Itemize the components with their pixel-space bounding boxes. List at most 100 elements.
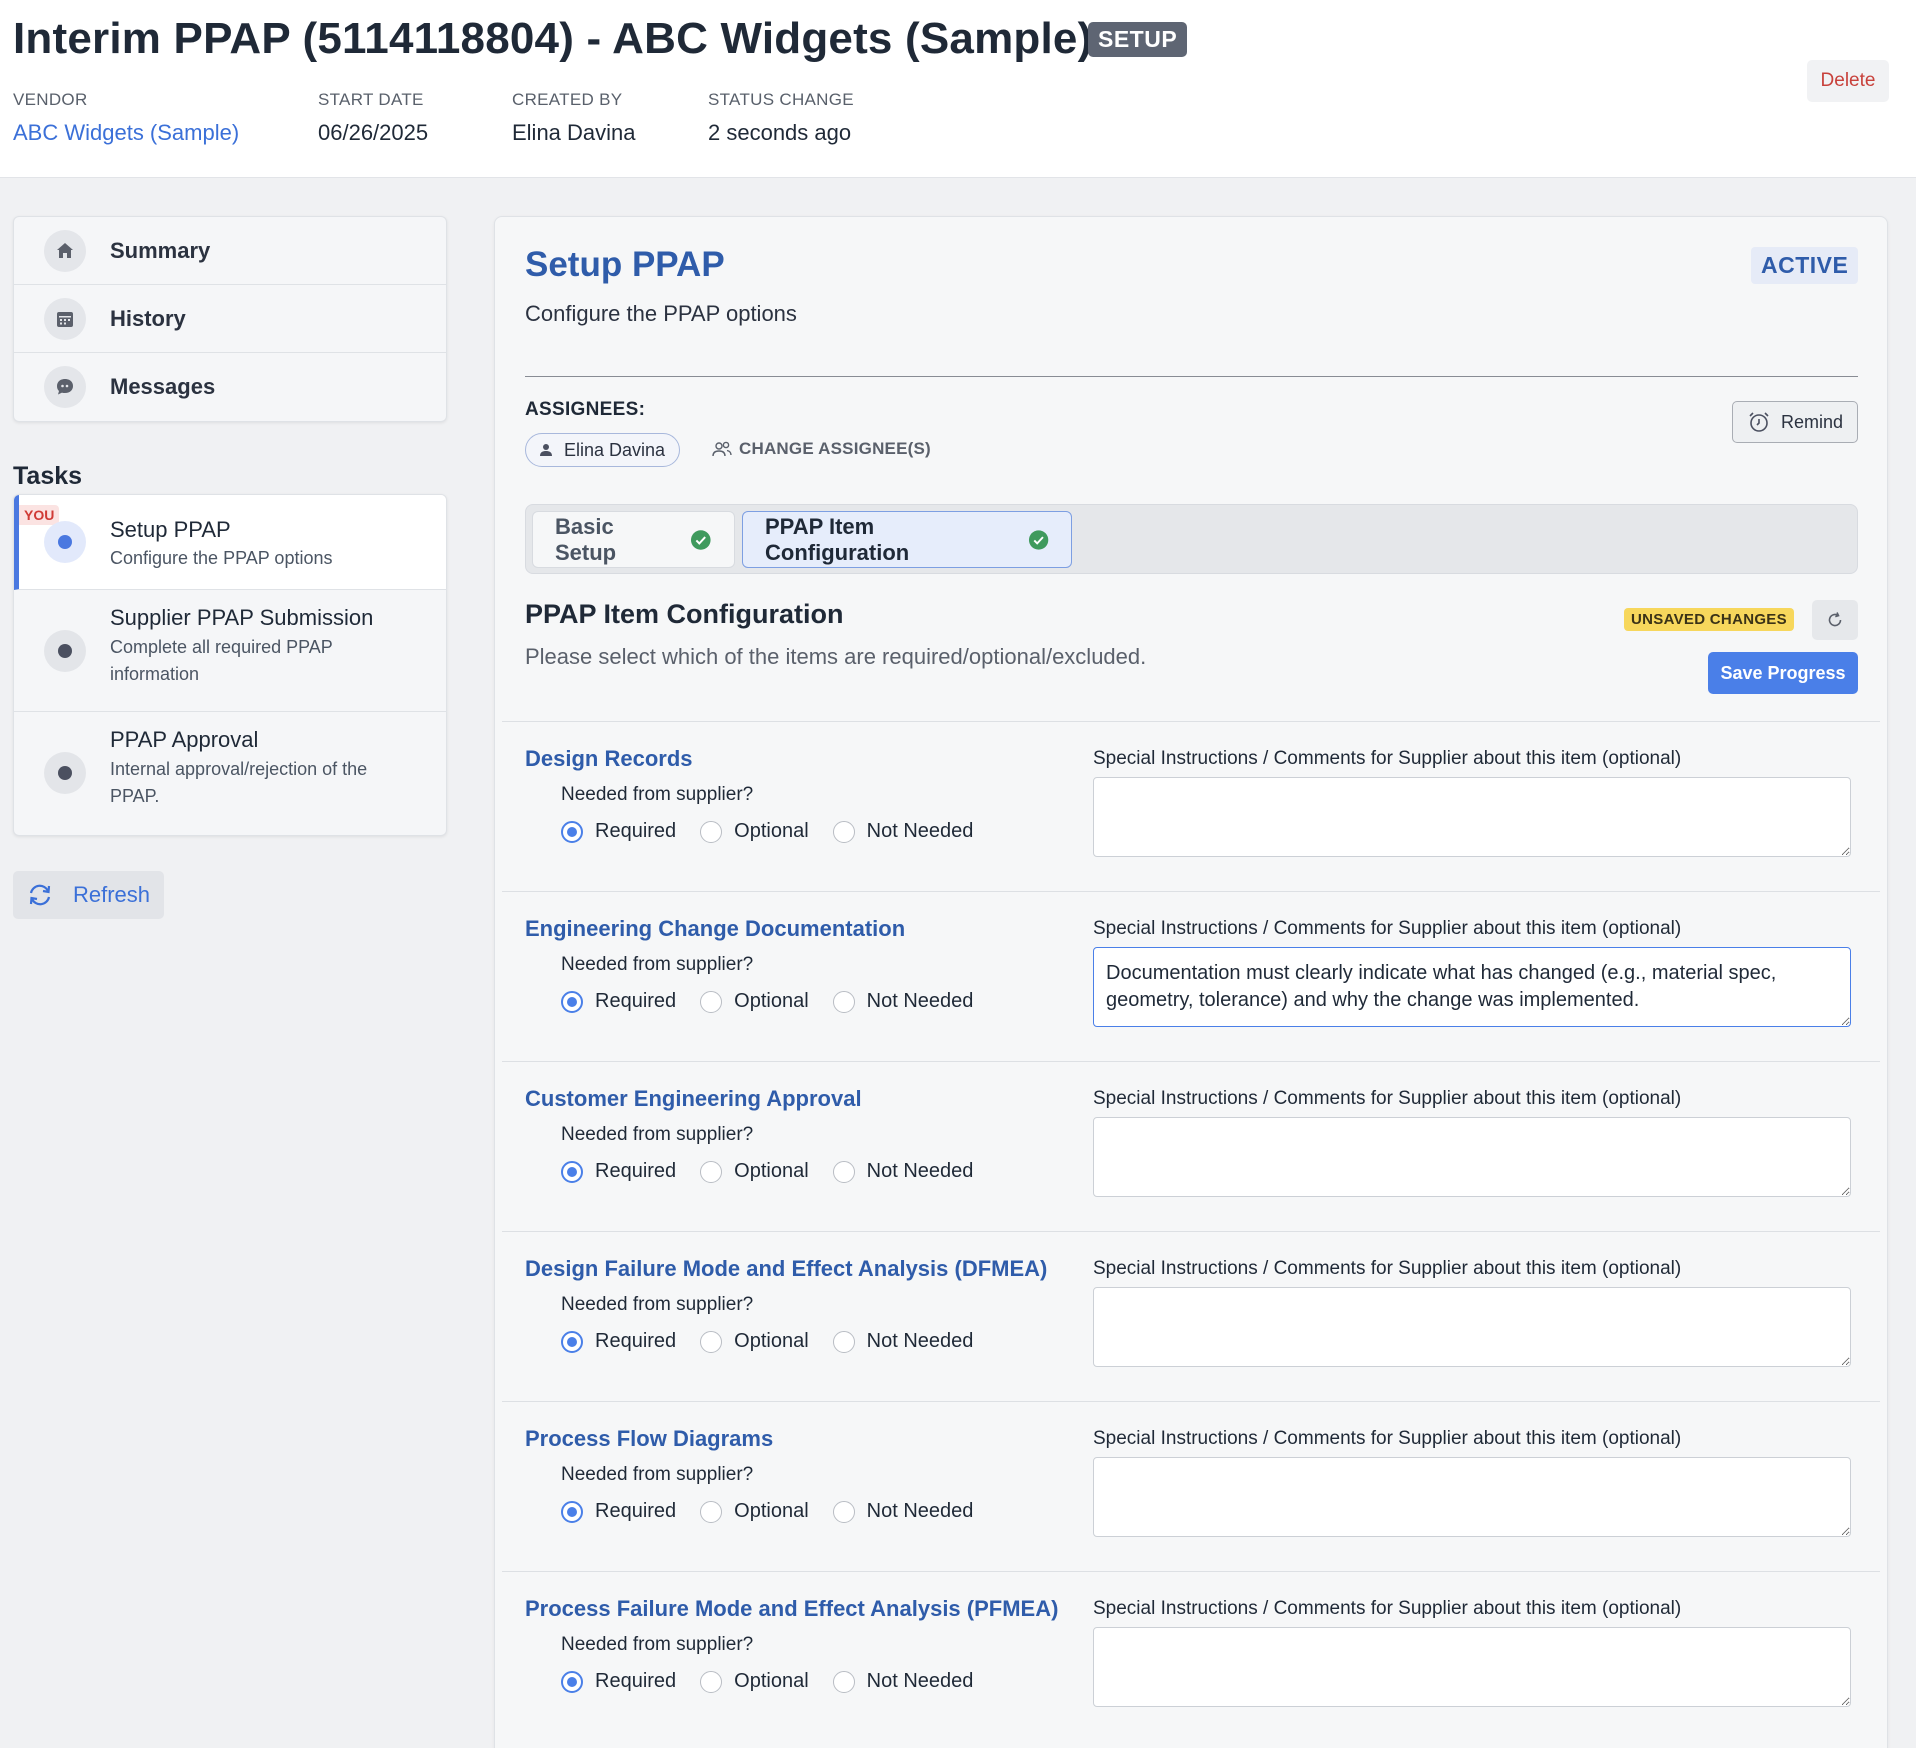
active-status-badge: ACTIVE [1751, 247, 1859, 284]
tasks-list: YOU Setup PPAP Configure the PPAP option… [13, 494, 447, 836]
radio-label: Required [595, 1670, 677, 1692]
radio-option-not-needed[interactable]: Not Needed [832, 1160, 974, 1183]
change-assignee-button[interactable]: CHANGE ASSIGNEE(S) [711, 439, 931, 459]
task-description: Internal approval/rejection of the PPAP. [110, 759, 368, 806]
radio-option-not-needed[interactable]: Not Needed [832, 1500, 974, 1523]
user-icon [540, 444, 552, 456]
radio-option-optional[interactable]: Optional [700, 1500, 809, 1523]
task-status-icon [44, 752, 86, 794]
needed-label: Needed from supplier? [561, 1464, 754, 1485]
radio-option-not-needed[interactable]: Not Needed [832, 820, 974, 843]
radio-button[interactable] [832, 1160, 855, 1183]
radio-option-required[interactable]: Required [561, 820, 676, 843]
radio-button[interactable] [561, 1670, 583, 1693]
radio-button[interactable] [832, 1500, 855, 1523]
radio-button[interactable] [700, 1160, 723, 1183]
needed-label: Needed from supplier? [561, 784, 754, 805]
radio-label: Required [595, 1500, 677, 1522]
radio-option-optional[interactable]: Optional [700, 1670, 809, 1693]
radio-label: Not Needed [866, 1160, 974, 1182]
radio-option-required[interactable]: Required [561, 990, 676, 1013]
radio-option-optional[interactable]: Optional [700, 990, 809, 1013]
created-by-label: CREATED BY [512, 90, 623, 109]
section-title: PPAP Item Configuration [525, 599, 844, 629]
reset-button[interactable] [1812, 600, 1858, 640]
radio-label: Not Needed [866, 1500, 974, 1522]
radio-option-required[interactable]: Required [561, 1670, 676, 1693]
radio-option-not-needed[interactable]: Not Needed [832, 990, 973, 1013]
radio-option-optional[interactable]: Optional [700, 820, 809, 843]
radio-button[interactable] [832, 990, 855, 1013]
reload-icon [1828, 612, 1842, 627]
radio-button[interactable] [832, 1670, 855, 1693]
needed-label: Needed from supplier? [561, 1294, 754, 1315]
comment-textarea[interactable] [1093, 1627, 1851, 1707]
radio-button[interactable] [700, 1330, 723, 1353]
comment-textarea[interactable] [1093, 1117, 1851, 1197]
page-header: Interim PPAP (5114118804) - ABC Widgets … [0, 0, 1916, 178]
radio-label: Optional [734, 820, 809, 842]
vendor-meta: VENDOR ABC Widgets (Sample) [13, 90, 239, 146]
sidebar-item-history[interactable]: History [14, 285, 446, 353]
comment-textarea[interactable] [1093, 1457, 1851, 1537]
delete-button[interactable]: Delete [1807, 60, 1889, 102]
needed-radio-group: Required Optional Not Needed [561, 1160, 997, 1183]
radio-button[interactable] [700, 1670, 723, 1693]
item-title: Process Flow Diagrams [525, 1426, 774, 1451]
comment-label: Special Instructions / Comments for Supp… [1093, 918, 1682, 939]
needed-radio-group: Required Optional Not Needed [561, 990, 997, 1013]
tab-bar: Basic Setup PPAP Item Configuration [525, 504, 1858, 574]
radio-option-optional[interactable]: Optional [700, 1330, 809, 1353]
vendor-link[interactable]: ABC Widgets (Sample) [13, 120, 239, 146]
sidebar-item-messages[interactable]: Messages [14, 353, 446, 421]
task-supplier-submission[interactable]: Supplier PPAP Submission Complete all re… [14, 590, 446, 712]
save-progress-button[interactable]: Save Progress [1708, 652, 1858, 694]
radio-button[interactable] [561, 1160, 583, 1183]
radio-button[interactable] [561, 1500, 583, 1523]
radio-button[interactable] [700, 820, 723, 843]
radio-option-required[interactable]: Required [561, 1160, 676, 1183]
comment-textarea[interactable] [1093, 1287, 1851, 1367]
task-setup-ppap[interactable]: YOU Setup PPAP Configure the PPAP option… [14, 495, 446, 590]
radio-button[interactable] [561, 990, 583, 1013]
tab-ppap-item-configuration[interactable]: PPAP Item Configuration [742, 511, 1072, 568]
comment-textarea[interactable]: Documentation must clearly indicate what… [1093, 947, 1851, 1027]
divider [525, 376, 1858, 377]
radio-button[interactable] [832, 820, 855, 843]
radio-label: Not Needed [866, 820, 974, 842]
refresh-button[interactable]: Refresh [13, 871, 164, 919]
remind-button[interactable]: Remind [1732, 401, 1858, 443]
tab-basic-setup[interactable]: Basic Setup [532, 511, 735, 568]
sidebar-item-label: Summary [110, 237, 211, 263]
radio-button[interactable] [561, 1330, 583, 1353]
radio-option-optional[interactable]: Optional [700, 1160, 809, 1183]
comment-textarea[interactable] [1093, 777, 1851, 857]
radio-option-required[interactable]: Required [561, 1500, 676, 1523]
status-badge: SETUP [1088, 22, 1188, 57]
radio-option-not-needed[interactable]: Not Needed [832, 1670, 974, 1693]
radio-button[interactable] [700, 1500, 723, 1523]
radio-option-not-needed[interactable]: Not Needed [832, 1330, 973, 1353]
assignee-chip[interactable]: Elina Davina [525, 433, 681, 467]
radio-label: Not Needed [866, 1670, 974, 1692]
panel-subtitle: Configure the PPAP options [525, 301, 797, 326]
radio-button[interactable] [561, 820, 583, 843]
main-panel: Setup PPAP Configure the PPAP options AC… [494, 216, 1888, 1748]
task-status-icon [44, 521, 86, 563]
sidebar-item-summary[interactable]: Summary [14, 217, 446, 285]
task-ppap-approval[interactable]: PPAP Approval Internal approval/rejectio… [14, 712, 446, 835]
status-change-value: 2 seconds ago [708, 120, 852, 145]
radio-option-required[interactable]: Required [561, 1330, 676, 1353]
section-subtitle: Please select which of the items are req… [525, 644, 1147, 669]
item-title: Process Failure Mode and Effect Analysis… [525, 1596, 1059, 1621]
comment-label: Special Instructions / Comments for Supp… [1093, 748, 1682, 769]
remind-label: Remind [1780, 411, 1844, 432]
task-description: Complete all required PPAP information [110, 637, 333, 684]
radio-label: Optional [734, 1500, 809, 1522]
radio-button[interactable] [832, 1330, 855, 1353]
tab-label: Basic Setup [555, 513, 617, 565]
radio-button[interactable] [700, 990, 723, 1013]
start-date-meta: START DATE 06/26/2025 [318, 90, 428, 146]
comment-label: Special Instructions / Comments for Supp… [1093, 1088, 1682, 1109]
comment-label: Special Instructions / Comments for Supp… [1093, 1258, 1682, 1279]
